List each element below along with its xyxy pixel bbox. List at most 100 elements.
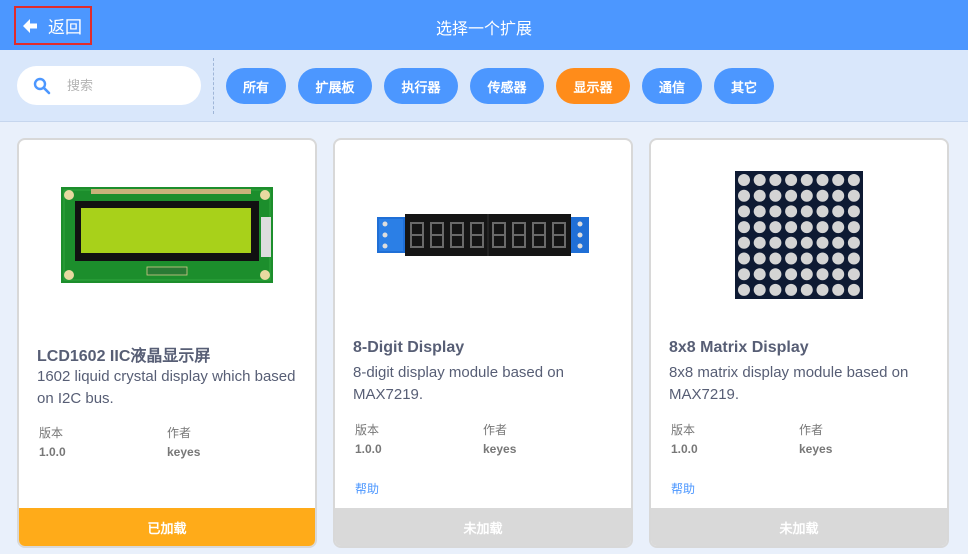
led-dot [738, 252, 750, 265]
led-dot [800, 221, 813, 234]
8-digit-display-image [377, 214, 589, 256]
author-label: 作者 [483, 423, 508, 437]
status-button-not-added[interactable]: 未加载 [651, 508, 947, 546]
led-dot [847, 221, 860, 234]
card-title: 8-Digit Display [353, 339, 465, 356]
card-title: LCD1602 IIC液晶显示屏 [37, 348, 211, 365]
led-dot [769, 283, 782, 296]
led-dot [769, 268, 782, 281]
led-dot [785, 221, 798, 234]
led-dot [769, 205, 782, 218]
led-dot [785, 174, 798, 186]
author-label: 作者 [167, 426, 192, 440]
led-dot [832, 205, 845, 218]
author-value: keyes [799, 442, 833, 456]
led-dot [800, 174, 813, 186]
extension-card-lcd1602[interactable]: LCD1602 IIC液晶显示屏 1602 liquid crystal dis… [17, 138, 317, 548]
card-description: 1602 liquid crystal display which based … [37, 368, 296, 407]
led-dot [800, 283, 813, 296]
author-value: keyes [167, 445, 201, 459]
led-dot [832, 174, 845, 186]
version-label: 版本 [39, 426, 64, 440]
8x8-matrix-display-image [735, 171, 863, 299]
led-dot [847, 252, 860, 265]
led-dot [738, 189, 750, 202]
led-dot [753, 174, 766, 186]
led-dot [785, 268, 798, 281]
led-dot [847, 189, 860, 202]
help-link[interactable]: 帮助 [671, 480, 695, 497]
search-input[interactable] [67, 78, 187, 93]
search-icon [33, 77, 51, 94]
tag-all[interactable]: 所有 [226, 68, 286, 104]
led-dot [832, 221, 845, 234]
help-link[interactable]: 帮助 [355, 480, 379, 497]
led-dot [738, 174, 750, 186]
led-dot [816, 268, 829, 281]
version-label: 版本 [355, 423, 380, 437]
led-dot [769, 174, 782, 186]
led-dot [753, 252, 766, 265]
led-dot [847, 268, 860, 281]
tag-other[interactable]: 其它 [714, 68, 774, 104]
led-dot [832, 236, 845, 249]
led-dot [832, 283, 845, 296]
led-dot [785, 252, 798, 265]
led-dot [816, 174, 829, 186]
led-dot [816, 221, 829, 234]
author-label: 作者 [799, 423, 824, 437]
extension-card-8x8-matrix-display[interactable]: 8x8 Matrix Display 8x8 matrix display mo… [649, 138, 949, 548]
page-title: 选择一个扩展 [435, 21, 532, 38]
tag-sensors[interactable]: 传感器 [470, 68, 544, 104]
led-dot [847, 174, 860, 186]
led-dot [785, 236, 798, 249]
led-dot [816, 283, 829, 296]
lcd1602-module-image [61, 187, 273, 283]
led-dot [769, 221, 782, 234]
led-dot [800, 268, 813, 281]
led-dot [816, 205, 829, 218]
led-dot [816, 236, 829, 249]
tag-displays[interactable]: 显示器 [556, 68, 630, 104]
card-image-area [335, 140, 631, 330]
led-dot [738, 268, 750, 281]
led-dot [738, 221, 750, 234]
led-dot [847, 236, 860, 249]
led-dot [753, 221, 766, 234]
led-dot [800, 252, 813, 265]
led-dot [769, 252, 782, 265]
status-button-added[interactable]: 已加载 [19, 508, 315, 546]
led-dot [753, 283, 766, 296]
card-image-area [19, 140, 315, 330]
author-value: keyes [483, 442, 517, 456]
version-label: 版本 [671, 423, 696, 437]
tag-expansion-boards[interactable]: 扩展板 [298, 68, 372, 104]
led-dot [816, 252, 829, 265]
version-value: 1.0.0 [355, 442, 382, 456]
filter-bar: 所有 扩展板 执行器 传感器 显示器 通信 其它 [0, 50, 968, 122]
led-dot [785, 205, 798, 218]
extension-card-8-digit-display[interactable]: 8-Digit Display 8-digit display module b… [333, 138, 633, 548]
led-dot [847, 205, 860, 218]
led-dot [847, 283, 860, 296]
led-dot [769, 189, 782, 202]
led-dot [832, 189, 845, 202]
filter-divider [213, 58, 214, 114]
led-dot [769, 236, 782, 249]
tag-communication[interactable]: 通信 [642, 68, 702, 104]
header-bar: 返回 选择一个扩展 [0, 0, 968, 50]
led-dot [800, 189, 813, 202]
led-dot [832, 268, 845, 281]
led-dot [738, 236, 750, 249]
led-dot [785, 283, 798, 296]
led-dot [800, 236, 813, 249]
status-button-not-added[interactable]: 未加载 [335, 508, 631, 546]
card-description: 8x8 matrix display module based on MAX72… [669, 364, 909, 403]
version-value: 1.0.0 [39, 445, 66, 459]
led-dot [753, 205, 766, 218]
version-value: 1.0.0 [671, 442, 698, 456]
tag-actuators[interactable]: 执行器 [384, 68, 458, 104]
led-dot [738, 205, 750, 218]
search-box[interactable] [17, 66, 201, 105]
led-dot [816, 189, 829, 202]
